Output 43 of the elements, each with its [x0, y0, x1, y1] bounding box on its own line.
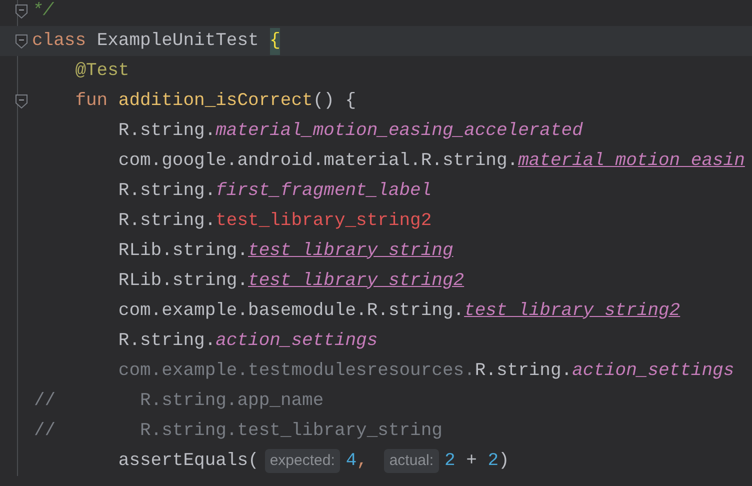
commented-code: R.string.test_library_string — [140, 420, 442, 442]
comment-marker: // — [34, 420, 56, 442]
resource-name: material_motion_easing_accelerated — [216, 120, 583, 142]
parameter-hint: expected: — [264, 448, 340, 474]
code-text: R.string. — [474, 360, 572, 382]
code-text: RLib.string. — [118, 270, 248, 292]
code-text: R.string. — [118, 120, 216, 142]
keyword: class — [32, 30, 86, 52]
annotation: @Test — [75, 60, 130, 82]
resource-link[interactable]: test_library_string2 — [464, 298, 680, 324]
code-text: R.string. — [118, 180, 216, 202]
keyword: fun — [75, 90, 108, 112]
resource-name: action_settings — [572, 360, 734, 382]
code-text: + — [466, 450, 477, 472]
fold-icon[interactable] — [15, 34, 28, 48]
code-text: () { — [312, 90, 356, 112]
parameter-hint: actual: — [384, 448, 439, 474]
code-text: com.example.basemodule.R.string. — [118, 300, 464, 322]
commented-code: R.string.app_name — [140, 390, 324, 412]
comma: , — [356, 450, 368, 472]
package-name: com.example.testmodulesresources. — [118, 360, 475, 382]
class-name: ExampleUnitTest — [96, 30, 259, 52]
resource-link[interactable]: material_motion_easin — [518, 148, 745, 174]
code-text: ) — [498, 450, 510, 472]
number-literal: 2 — [488, 450, 499, 472]
resource-link[interactable]: test_library_string — [248, 238, 454, 264]
comment-end: */ — [32, 0, 54, 22]
resource-name: action_settings — [216, 330, 378, 352]
fold-icon[interactable] — [15, 94, 28, 108]
brace: { — [270, 28, 280, 54]
code-text: R.string. — [118, 330, 216, 352]
number-literal: 2 — [444, 450, 456, 472]
number-literal: 4 — [346, 450, 357, 472]
resource-link[interactable]: test_library_string2 — [248, 268, 464, 294]
code-text: assertEquals( — [118, 450, 259, 472]
comment-marker: // — [34, 390, 56, 412]
code-text: R.string. — [118, 210, 216, 232]
fold-icon[interactable] — [15, 4, 28, 18]
unresolved-reference: test_library_string2 — [216, 210, 432, 232]
code-text: com.google.android.material.R.string. — [118, 150, 518, 172]
function-name: addition_isCorrect — [118, 90, 313, 112]
resource-name: first_fragment_label — [216, 180, 432, 202]
code-text: RLib.string. — [118, 240, 248, 262]
